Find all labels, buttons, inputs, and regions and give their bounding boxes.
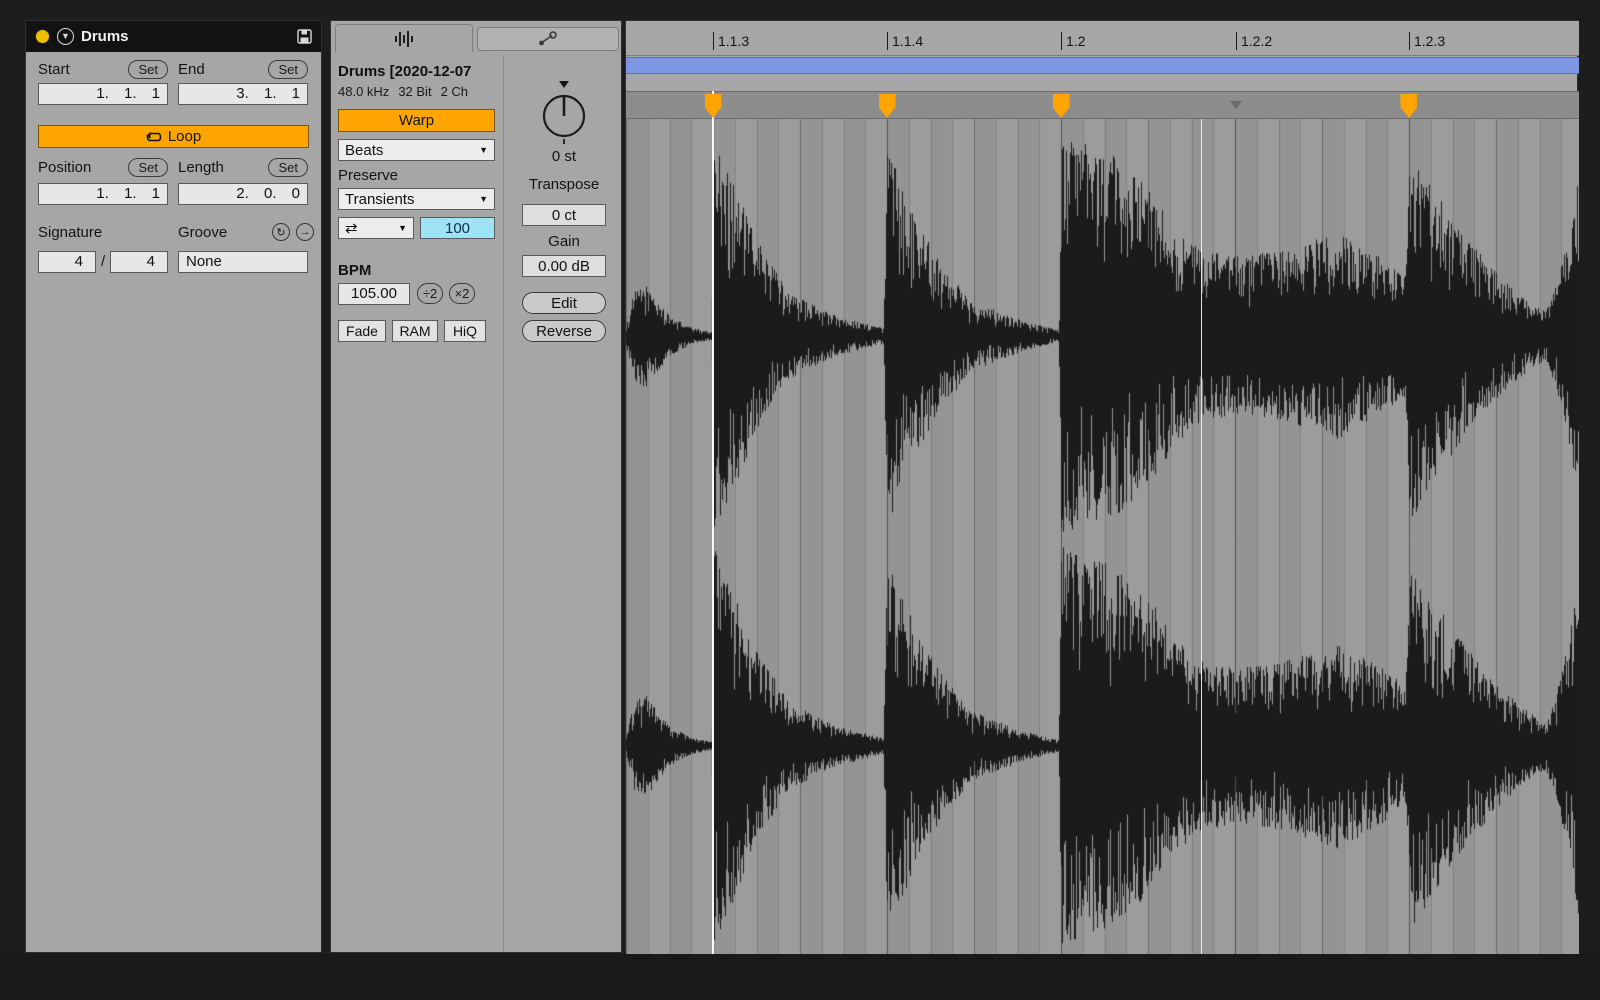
warp-marker[interactable]: [1400, 94, 1417, 118]
channel-count: 2 Ch: [441, 84, 468, 99]
dropdown-arrow-icon: ▼: [479, 145, 488, 155]
ruler-label: 1.1.4: [887, 32, 923, 50]
sample-title: Drums [2020-12-07: [338, 63, 496, 80]
start-row: Start Set: [38, 59, 168, 79]
start-set-button[interactable]: Set: [128, 60, 168, 79]
groove-hotswap-button[interactable]: ↻: [272, 223, 290, 241]
envelopes-icon: [537, 31, 559, 47]
pending-warp-marker-icon[interactable]: [1230, 101, 1242, 109]
transpose-label: Transpose: [509, 176, 619, 193]
reverse-button[interactable]: Reverse: [522, 320, 606, 342]
warp-marker[interactable]: [879, 94, 896, 118]
ram-button[interactable]: RAM: [392, 320, 438, 342]
start-label: Start: [38, 61, 70, 78]
end-row: End Set: [178, 59, 308, 79]
position-row: Position Set: [38, 157, 168, 177]
waveform-area: 1.1.3 1.1.4 1.2 1.2.2 1.2.3: [625, 20, 1578, 953]
edit-button[interactable]: Edit: [522, 292, 606, 314]
transient-loop-mode-select[interactable]: ⇄ ▼: [338, 217, 414, 239]
clip-fold-button[interactable]: ▼: [57, 28, 74, 45]
ruler-label: 1.1.3: [713, 32, 749, 50]
end-set-button[interactable]: Set: [268, 60, 308, 79]
groove-label: Groove: [178, 224, 227, 241]
playhead: [712, 91, 714, 954]
position-label: Position: [38, 159, 91, 176]
signature-numerator-field[interactable]: 4: [38, 251, 96, 273]
signature-denominator-field[interactable]: 4: [110, 251, 168, 273]
fade-button[interactable]: Fade: [338, 320, 386, 342]
preserve-select[interactable]: Transients ▼: [338, 188, 495, 210]
warp-button[interactable]: Warp: [338, 109, 495, 132]
ableton-clip-view: ▼ Drums Start Set End Set 1. 1. 1 3. 1. …: [0, 0, 1600, 1000]
sample-info: 48.0 kHz 32 Bit 2 Ch: [338, 84, 498, 99]
ruler-label: 1.2.3: [1409, 32, 1445, 50]
bpm-label: BPM: [338, 262, 371, 279]
transpose-knob[interactable]: [509, 81, 619, 152]
clip-header: ▼ Drums: [26, 21, 321, 52]
gain-field[interactable]: 0.00 dB: [522, 255, 606, 277]
dropdown-arrow-icon: ▼: [479, 194, 488, 204]
sample-waveform-canvas[interactable]: [626, 119, 1579, 954]
warp-marker[interactable]: [705, 94, 722, 118]
length-label: Length: [178, 159, 224, 176]
bpm-value-field[interactable]: 105.00: [338, 283, 410, 305]
save-clip-button[interactable]: [297, 29, 312, 44]
double-bpm-button[interactable]: ×2: [449, 283, 475, 304]
signature-label: Signature: [38, 224, 102, 241]
halve-bpm-button[interactable]: ÷2: [417, 283, 443, 304]
loop-button-label: Loop: [168, 128, 201, 145]
warp-marker[interactable]: [1053, 94, 1070, 118]
length-set-button[interactable]: Set: [268, 158, 308, 177]
groove-commit-button[interactable]: →: [296, 223, 314, 241]
tab-sample[interactable]: [335, 24, 473, 52]
beat-time-ruler[interactable]: 1.1.3 1.1.4 1.2 1.2.2 1.2.3: [626, 21, 1579, 56]
clip-panel: ▼ Drums Start Set End Set 1. 1. 1 3. 1. …: [25, 20, 322, 953]
loop-button[interactable]: Loop: [38, 125, 309, 148]
tab-envelopes[interactable]: [477, 27, 619, 51]
preserve-value: Transients: [345, 191, 414, 208]
groove-select[interactable]: None: [178, 251, 308, 273]
signature-separator: /: [101, 253, 105, 270]
ruler-label: 1.2: [1061, 32, 1085, 50]
bit-depth: 32 Bit: [398, 84, 431, 99]
loop-icon: [146, 131, 162, 143]
end-value-field[interactable]: 3. 1. 1: [178, 83, 308, 105]
start-value-field[interactable]: 1. 1. 1: [38, 83, 168, 105]
transient-loop-icon: ⇄: [345, 219, 358, 237]
detune-field[interactable]: 0 ct: [522, 204, 606, 226]
warp-mode-select[interactable]: Beats ▼: [338, 139, 495, 161]
gain-label: Gain: [509, 233, 619, 250]
warp-marker-strip[interactable]: [626, 91, 1579, 119]
position-value-field[interactable]: 1. 1. 1: [38, 183, 168, 205]
length-row: Length Set: [178, 157, 308, 177]
groove-commit-icon: →: [300, 226, 311, 238]
sample-panel: Drums [2020-12-07 48.0 kHz 32 Bit 2 Ch W…: [330, 20, 622, 953]
dropdown-arrow-icon: ▼: [398, 223, 407, 233]
position-set-button[interactable]: Set: [128, 158, 168, 177]
length-value-field[interactable]: 2. 0. 0: [178, 183, 308, 205]
sample-pitch-divider: [503, 55, 504, 952]
insert-marker: [1201, 119, 1203, 954]
sample-rate: 48.0 kHz: [338, 84, 389, 99]
hiq-button[interactable]: HiQ: [444, 320, 486, 342]
waveform-icon: [392, 30, 416, 48]
clip-activator-toggle[interactable]: [35, 29, 50, 44]
fold-arrow-icon: ▼: [61, 32, 70, 41]
groove-refresh-icon: ↻: [276, 226, 285, 239]
transient-envelope-field[interactable]: 100: [420, 217, 495, 239]
clip-title: Drums: [81, 28, 290, 45]
preserve-label: Preserve: [338, 167, 398, 184]
end-label: End: [178, 61, 205, 78]
loop-brace-bar[interactable]: [626, 57, 1579, 74]
warp-mode-value: Beats: [345, 142, 383, 159]
floppy-icon: [297, 29, 312, 44]
knob-icon: [539, 81, 589, 147]
transpose-value[interactable]: 0 st: [509, 148, 619, 165]
bottom-bar: [0, 953, 1600, 1000]
ruler-label: 1.2.2: [1236, 32, 1272, 50]
